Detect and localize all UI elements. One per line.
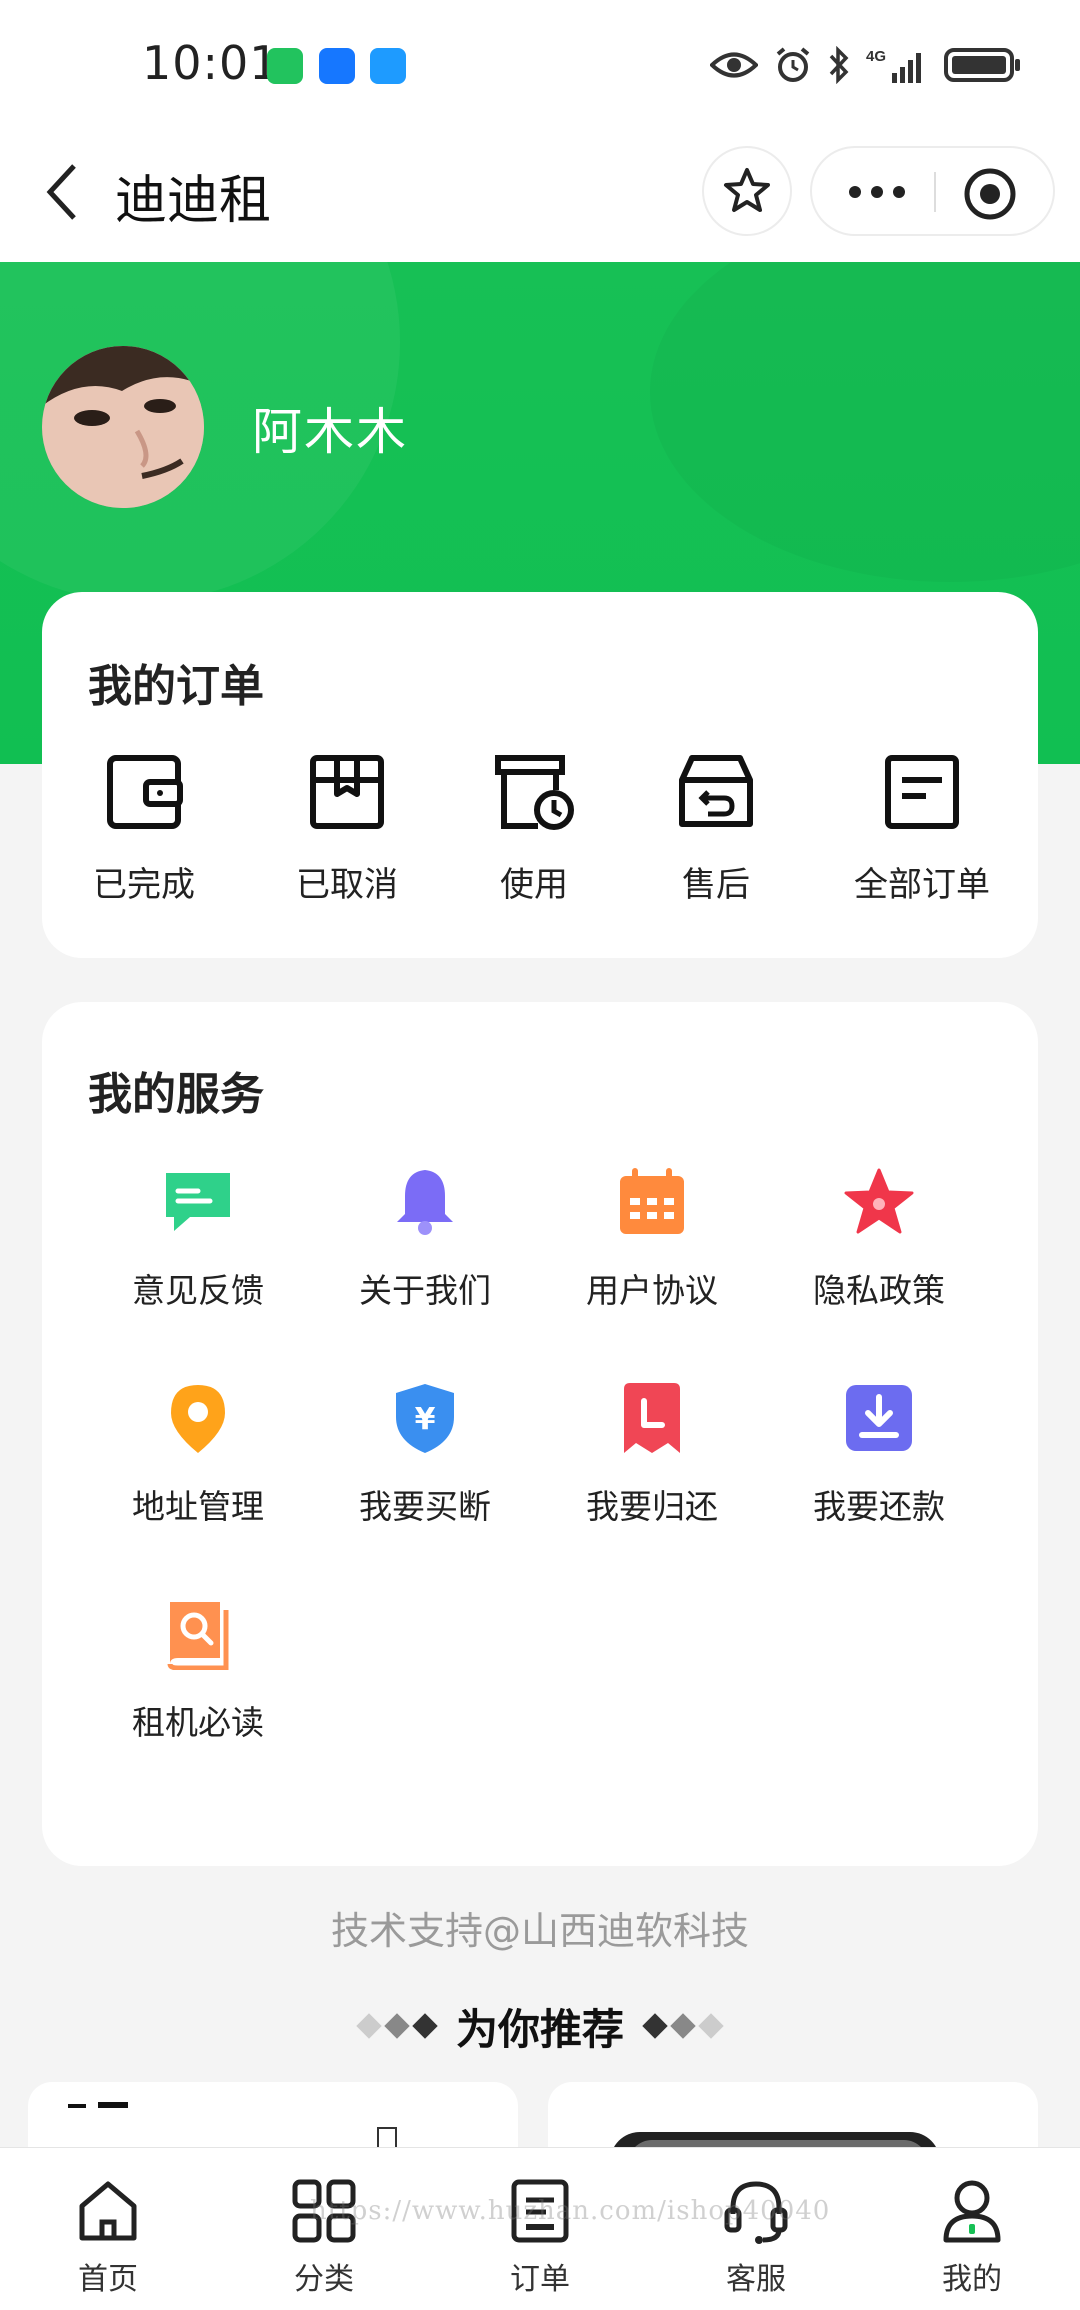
recommend-title: 为你推荐 — [455, 2004, 624, 2054]
back-button[interactable] — [30, 160, 94, 224]
order-after-sales-label: 售后 — [682, 865, 750, 905]
capsule-divider — [934, 172, 936, 212]
order-completed[interactable]: 已完成 — [64, 747, 224, 906]
orders-title: 我的订单 — [88, 661, 264, 712]
location-pin-icon — [98, 1378, 298, 1458]
alarm-icon — [774, 46, 812, 84]
user-name: 阿木木 — [252, 403, 408, 461]
service-repay-label: 我要还款 — [813, 1487, 945, 1526]
svg-text:¥: ¥ — [415, 1402, 436, 1437]
tab-home-label: 首页 — [78, 2262, 138, 2297]
star-outline-icon — [724, 168, 770, 212]
bell-icon — [325, 1162, 525, 1242]
service-return[interactable]: 我要归还 — [552, 1378, 752, 1528]
clock-document-icon — [454, 747, 614, 837]
avatar-photo — [42, 346, 204, 508]
target-close-icon — [964, 168, 1016, 220]
tab-customer-service[interactable]: 客服 — [686, 2176, 826, 2298]
eye-icon — [710, 50, 758, 80]
order-all-label: 全部订单 — [854, 865, 990, 905]
services-card: 我的服务 意见反馈 关于我们 用户协议 隐私政策 地址管理 ¥ 我要买断 我要归… — [42, 1002, 1038, 1866]
more-button[interactable] — [847, 170, 907, 214]
message-notification-icon — [370, 48, 406, 84]
tab-home[interactable]: 首页 — [38, 2176, 178, 2298]
return-box-icon — [636, 747, 796, 837]
wallet-icon — [64, 747, 224, 837]
recommend-header: 为你推荐 — [0, 1996, 1080, 2056]
svg-text:4G: 4G — [866, 48, 886, 65]
home-icon — [38, 2176, 178, 2246]
service-about-us[interactable]: 关于我们 — [325, 1162, 525, 1312]
service-about-us-label: 关于我们 — [359, 1271, 491, 1310]
page-title: 迪迪租 — [115, 171, 272, 231]
tab-category-label: 分类 — [294, 2262, 354, 2297]
header-decoration — [650, 262, 1080, 582]
service-feedback-label: 意见反馈 — [132, 1271, 264, 1310]
return-bookmark-icon — [552, 1378, 752, 1458]
tab-mine[interactable]: 我的 — [902, 2176, 1042, 2298]
chevron-left-icon — [46, 164, 76, 220]
status-bar: 10:01 4G — [0, 0, 1080, 130]
service-user-agreement-label: 用户协议 — [586, 1271, 718, 1310]
tab-orders[interactable]: 订单 — [470, 2176, 610, 2298]
app-notification-icon — [319, 48, 355, 84]
watermark: https://www.huzhan.com/ishop40040 — [310, 2196, 831, 2226]
close-mini-program-button[interactable] — [962, 166, 1018, 222]
chat-icon — [98, 1162, 298, 1242]
service-user-agreement[interactable]: 用户协议 — [552, 1162, 752, 1312]
order-in-use-label: 使用 — [500, 865, 568, 905]
service-feedback[interactable]: 意见反馈 — [98, 1162, 298, 1312]
service-rental-guide[interactable]: 租机必读 — [98, 1594, 298, 1744]
calendar-icon — [552, 1162, 752, 1242]
order-after-sales[interactable]: 售后 — [636, 747, 796, 906]
service-privacy-policy[interactable]: 隐私政策 — [779, 1162, 979, 1312]
battery-icon — [944, 45, 1022, 85]
service-rental-guide-label: 租机必读 — [132, 1703, 264, 1742]
list-document-icon — [842, 747, 1002, 837]
orders-card: 我的订单 已完成 已取消 使用 售后 全部订单 — [42, 592, 1038, 958]
order-cancelled[interactable]: 已取消 — [267, 747, 427, 906]
service-privacy-policy-label: 隐私政策 — [813, 1271, 945, 1310]
service-return-label: 我要归还 — [586, 1487, 718, 1526]
box-icon — [267, 747, 427, 837]
service-repay[interactable]: 我要还款 — [779, 1378, 979, 1528]
bottom-tab-bar: 首页 分类 订单 客服 我的 — [0, 2147, 1080, 2310]
user-icon — [902, 2176, 1042, 2246]
signal-icon: 4G — [866, 45, 928, 85]
book-search-icon — [98, 1594, 298, 1674]
tab-mine-label: 我的 — [942, 2262, 1002, 2297]
tab-category[interactable]: 分类 — [254, 2176, 394, 2298]
favorite-button[interactable] — [702, 146, 792, 236]
mini-program-capsule — [810, 146, 1055, 236]
order-all[interactable]: 全部订单 — [842, 747, 1002, 906]
diamond-decoration-left — [356, 2013, 438, 2039]
status-time: 10:01 — [142, 36, 280, 90]
service-buyout[interactable]: ¥ 我要买断 — [325, 1378, 525, 1528]
avatar[interactable] — [42, 346, 204, 508]
star-icon — [779, 1162, 979, 1242]
service-address[interactable]: 地址管理 — [98, 1378, 298, 1528]
tab-orders-label: 订单 — [510, 2262, 570, 2297]
more-dots-icon — [849, 186, 905, 198]
wechat-notification-icon — [267, 48, 303, 84]
order-cancelled-label: 已取消 — [296, 865, 398, 905]
bluetooth-icon — [828, 46, 850, 84]
tab-customer-service-label: 客服 — [726, 2262, 786, 2297]
service-address-label: 地址管理 — [132, 1487, 264, 1526]
yuan-shield-icon: ¥ — [325, 1378, 525, 1458]
order-completed-label: 已完成 — [93, 865, 195, 905]
download-icon — [779, 1378, 979, 1458]
order-in-use[interactable]: 使用 — [454, 747, 614, 906]
service-buyout-label: 我要买断 — [359, 1487, 491, 1526]
diamond-decoration-right — [642, 2013, 724, 2039]
nav-bar: 迪迪租 — [0, 130, 1080, 262]
services-title: 我的服务 — [88, 1069, 264, 1120]
tech-support-text: 技术支持@山西迪软科技 — [330, 1909, 749, 1953]
